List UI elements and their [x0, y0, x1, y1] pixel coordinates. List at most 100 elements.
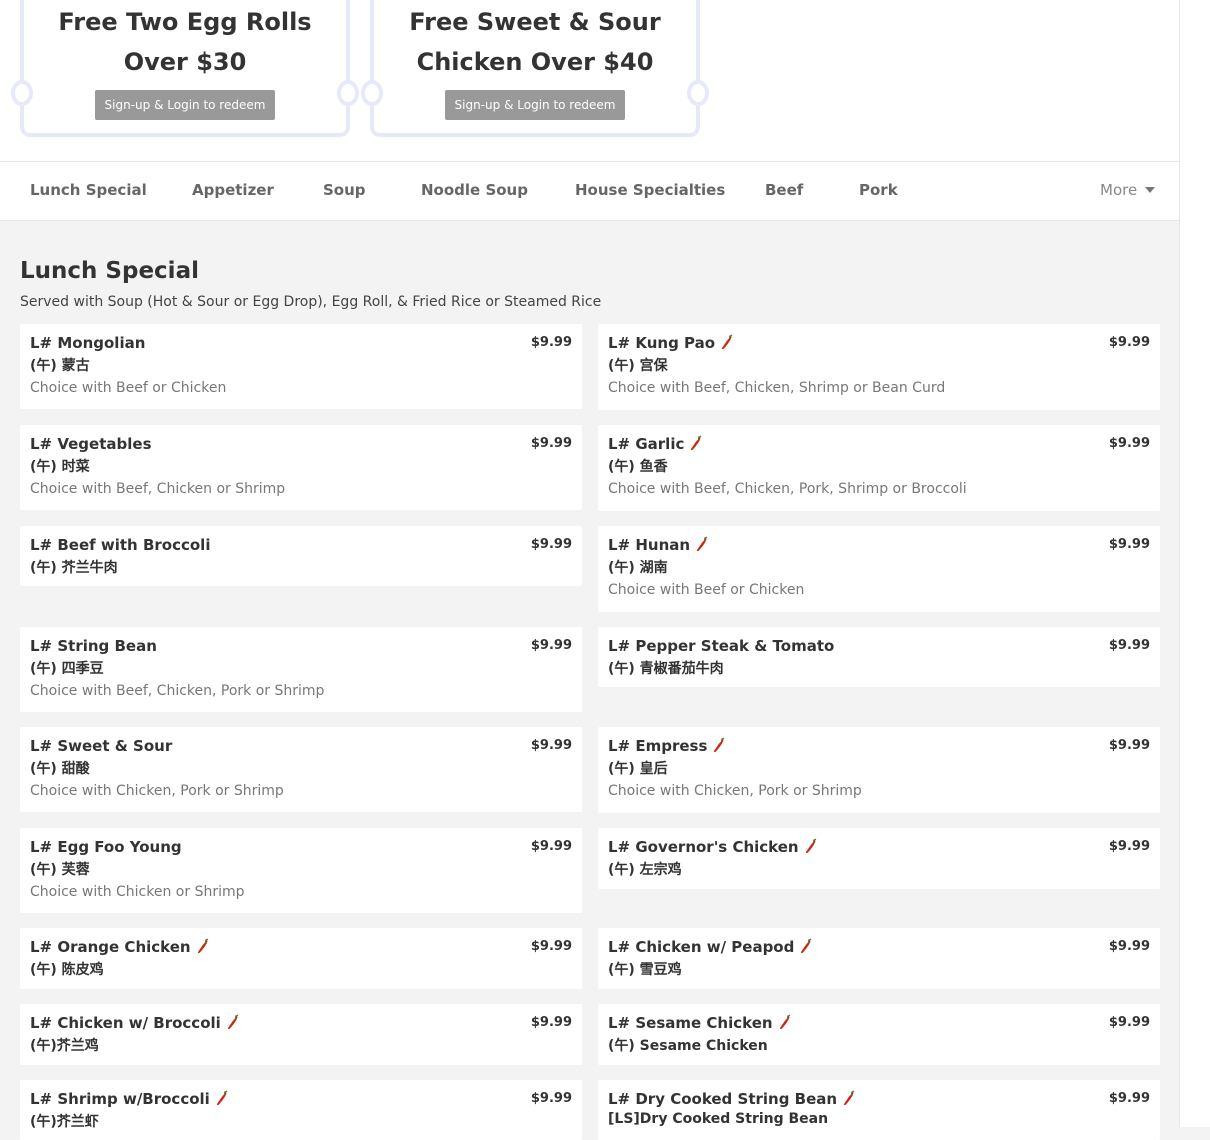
- menu-item-price: $9.99: [1108, 537, 1150, 552]
- menu-item-card[interactable]: L# String Bean (午) 四季豆 Choice with Beef, C…: [20, 627, 582, 712]
- menu-item-subtitle: (午) 湖南: [608, 560, 668, 576]
- menu-item-name: L# Egg Foo Young: [30, 838, 182, 856]
- menu-item-subtitle: (午) 左宗鸡: [608, 862, 682, 878]
- menu-item-subtitle: (午)芥兰鸡: [30, 1038, 99, 1054]
- menu-item-subtitle: (午) 甜酸: [30, 761, 90, 777]
- menu-item-card[interactable]: L# Chicken w/ Peapod (午) 雪豆鸡 $9.99: [598, 928, 1160, 989]
- menu-item-name: L# Chicken w/ Broccoli: [30, 1014, 239, 1032]
- tab-beef[interactable]: Beef: [765, 181, 803, 199]
- menu-item-card[interactable]: L# Chicken w/ Broccoli (午)芥兰鸡 $9.99: [20, 1004, 582, 1065]
- menu-item-name: L# Shrimp w/Broccoli: [30, 1090, 228, 1108]
- caret-down-icon: [1145, 187, 1156, 193]
- chili-pepper-icon: [843, 1090, 855, 1106]
- menu-item-price: $9.99: [530, 839, 572, 854]
- chili-pepper-icon: [800, 938, 812, 954]
- menu-item-description: Choice with Beef, Chicken, Shrimp or Bea…: [608, 380, 946, 396]
- chili-pepper-icon: [713, 737, 725, 753]
- chili-pepper-icon: [805, 838, 817, 854]
- menu-item-card[interactable]: L# Sesame Chicken (午) Sesame Chicken $9.99: [598, 1004, 1160, 1065]
- menu-item-price: $9.99: [1108, 939, 1150, 954]
- menu-item-price: $9.99: [530, 738, 572, 753]
- menu-item-price: $9.99: [1108, 1015, 1150, 1030]
- menu-item-price: $9.99: [530, 1015, 572, 1030]
- chili-pepper-icon: [696, 536, 708, 552]
- menu-item-card[interactable]: L# Kung Pao (午) 宫保 Choice with Beef, Chick…: [598, 324, 1160, 410]
- menu-item-card[interactable]: L# Sweet & Sour (午) 甜酸 Choice with Chicken…: [20, 727, 582, 812]
- section-description: Served with Soup (Hot & Sour or Egg Drop…: [20, 294, 602, 310]
- menu-item-card[interactable]: L# Beef with Broccoli (午) 芥兰牛肉 $9.99: [20, 526, 582, 586]
- menu-item-name: L# Sesame Chicken: [608, 1014, 791, 1032]
- menu-item-subtitle: (午)芥兰虾: [30, 1114, 99, 1130]
- menu-item-card[interactable]: L# Empress (午) 皇后 Choice with Chicken, Por…: [598, 727, 1160, 813]
- menu-item-subtitle: (午) 蒙古: [30, 358, 90, 374]
- chili-pepper-icon: [216, 1090, 228, 1106]
- menu-item-subtitle: (午) 四季豆: [30, 661, 104, 677]
- menu-item-subtitle: (午) Sesame Chicken: [608, 1038, 768, 1054]
- menu-item-subtitle: (午) 皇后: [608, 761, 668, 777]
- coupon-card: Free Sweet & Sour Chicken Over $40 Sign-…: [361, 0, 709, 137]
- menu-item-name: L# Hunan: [608, 536, 708, 554]
- chili-pepper-icon: [197, 938, 209, 954]
- tab-appetizer[interactable]: Appetizer: [192, 181, 274, 199]
- chili-pepper-icon: [227, 1014, 239, 1030]
- menu-item-price: $9.99: [1108, 436, 1150, 451]
- menu-item-price: $9.99: [530, 1091, 572, 1106]
- menu-item-card[interactable]: L# Shrimp w/Broccoli (午)芥兰虾 $9.99: [20, 1080, 582, 1140]
- menu-item-name: L# Garlic: [608, 435, 702, 453]
- menu-item-name: L# Governor's Chicken: [608, 838, 817, 856]
- menu-item-card[interactable]: L# Vegetables (午) 时菜 Choice with Beef, Chi…: [20, 425, 582, 510]
- more-dropdown[interactable]: More: [1100, 181, 1156, 199]
- chili-pepper-icon: [721, 334, 733, 350]
- menu-item-price: $9.99: [1108, 335, 1150, 350]
- menu-item-subtitle: (午) 芥兰牛肉: [30, 560, 118, 576]
- menu-item-name: L# Orange Chicken: [30, 938, 209, 956]
- menu-item-name: L# Kung Pao: [608, 334, 733, 352]
- chili-pepper-icon: [779, 1014, 791, 1030]
- menu-item-name: L# Empress: [608, 737, 725, 755]
- tab-lunch-special[interactable]: Lunch Special: [30, 181, 147, 199]
- menu-item-card[interactable]: L# Dry Cooked String Bean [LS]Dry Cooked …: [598, 1080, 1160, 1140]
- menu-item-name: L# Vegetables: [30, 435, 152, 453]
- tab-soup[interactable]: Soup: [323, 181, 366, 199]
- tab-house-specialties[interactable]: House Specialties: [575, 181, 725, 199]
- menu-item-card[interactable]: L# Governor's Chicken (午) 左宗鸡 $9.99: [598, 828, 1160, 889]
- menu-item-name: L# Sweet & Sour: [30, 737, 173, 755]
- promotions-bar: Free Two Egg Rolls Over $30 Sign-up & Lo…: [0, 0, 1179, 161]
- redeem-button[interactable]: Sign-up & Login to redeem: [95, 90, 275, 120]
- menu-item-subtitle: (午) 鱼香: [608, 459, 668, 475]
- menu-item-price: $9.99: [1108, 738, 1150, 753]
- menu-item-description: Choice with Beef, Chicken, Pork, Shrimp …: [608, 481, 967, 497]
- menu-item-name: L# Mongolian: [30, 334, 146, 352]
- coupon-title: Free Two Egg Rolls Over $30: [58, 8, 312, 76]
- menu-item-card[interactable]: L# Hunan (午) 湖南 Choice with Beef or Chicke…: [598, 526, 1160, 612]
- redeem-button[interactable]: Sign-up & Login to redeem: [445, 90, 625, 120]
- menu-item-card[interactable]: L# Pepper Steak & Tomato (午) 青椒番茄牛肉 $9.99: [598, 627, 1160, 687]
- menu-item-price: $9.99: [530, 335, 572, 350]
- menu-item-subtitle: (午) 时菜: [30, 459, 90, 475]
- tab-noodle-soup[interactable]: Noodle Soup: [421, 181, 528, 199]
- menu-item-description: Choice with Chicken or Shrimp: [30, 884, 245, 900]
- menu-item-card[interactable]: L# Garlic (午) 鱼香 Choice with Beef, Chicken…: [598, 425, 1160, 511]
- menu-item-price: $9.99: [530, 436, 572, 451]
- menu-item-card[interactable]: L# Orange Chicken (午) 陈皮鸡 $9.99: [20, 928, 582, 989]
- menu-item-description: Choice with Chicken, Pork or Shrimp: [30, 783, 284, 799]
- menu-item-card[interactable]: L# Egg Foo Young (午) 芙蓉 Choice with Chicke…: [20, 828, 582, 913]
- menu-item-price: $9.99: [530, 537, 572, 552]
- menu-item-subtitle: [LS]Dry Cooked String Bean: [608, 1111, 829, 1127]
- section-title: Lunch Special: [20, 258, 199, 284]
- coupon-card: Free Two Egg Rolls Over $30 Sign-up & Lo…: [11, 0, 359, 137]
- menu-item-subtitle: (午) 青椒番茄牛肉: [608, 661, 724, 677]
- menu-item-price: $9.99: [530, 939, 572, 954]
- menu-item-price: $9.99: [530, 638, 572, 653]
- more-label: More: [1100, 181, 1138, 199]
- menu-item-name: L# Pepper Steak & Tomato: [608, 637, 835, 655]
- menu-item-price: $9.99: [1108, 1091, 1150, 1106]
- coupon-title: Free Sweet & Sour Chicken Over $40: [409, 8, 661, 76]
- menu-item-price: $9.99: [1108, 839, 1150, 854]
- menu-item-subtitle: (午) 陈皮鸡: [30, 962, 104, 978]
- scrollbar[interactable]: [1179, 0, 1210, 1127]
- menu-item-card[interactable]: L# Mongolian (午) 蒙古 Choice with Beef or Ch…: [20, 324, 582, 409]
- tab-pork[interactable]: Pork: [859, 181, 898, 199]
- menu-item-description: Choice with Beef or Chicken: [608, 582, 805, 598]
- menu-item-subtitle: (午) 宫保: [608, 358, 668, 374]
